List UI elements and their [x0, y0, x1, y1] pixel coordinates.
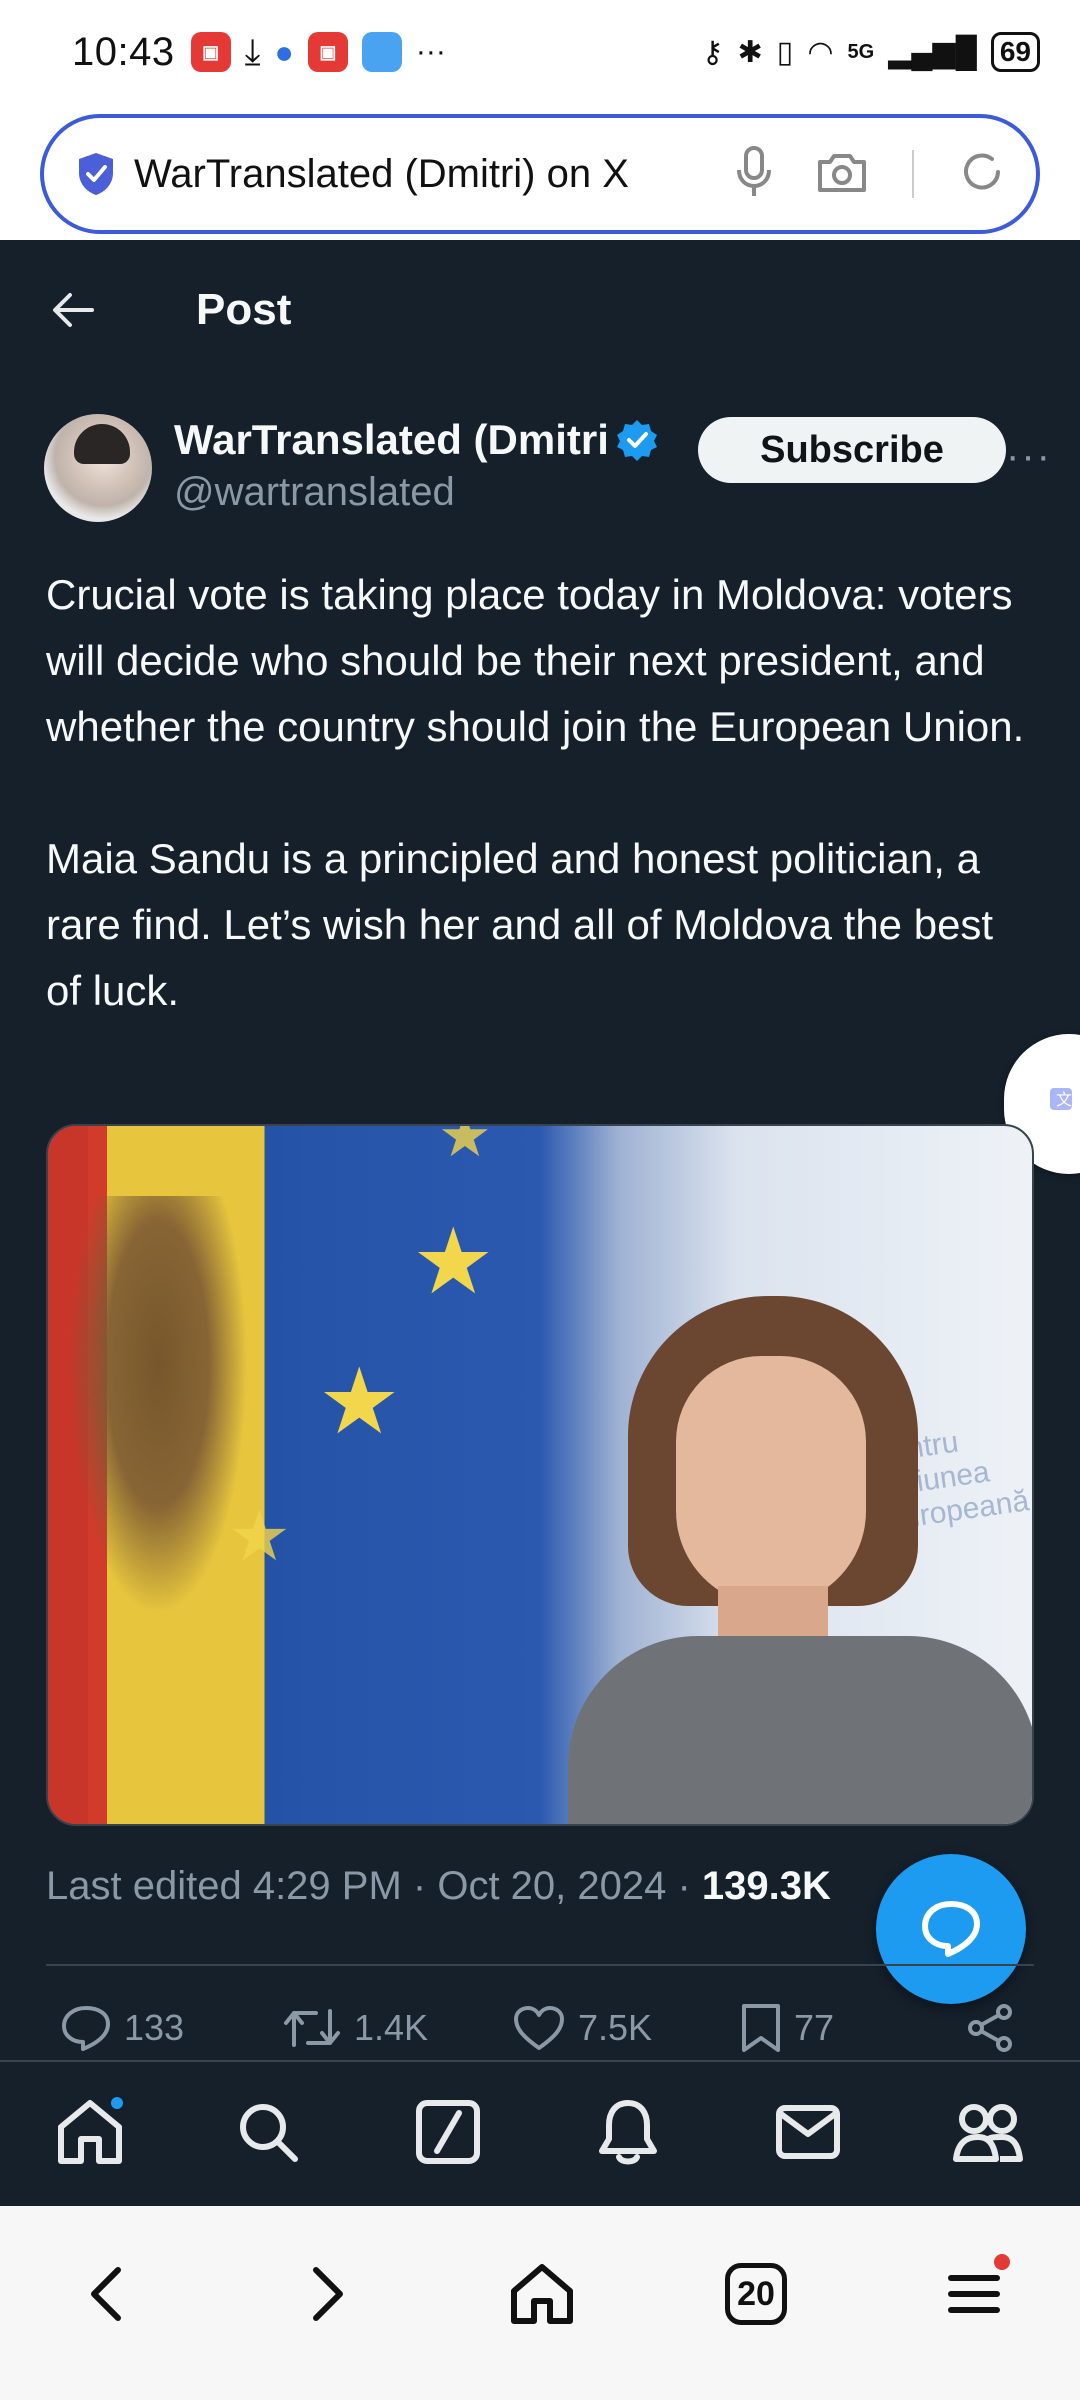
- display-name-row: WarTranslated (Dmitri: [174, 414, 674, 466]
- meta-divider: [46, 1964, 1034, 1966]
- chevron-left-icon: [91, 2267, 121, 2321]
- grok-icon: [416, 2100, 480, 2164]
- more-notifications-icon: ···: [415, 35, 446, 68]
- home-outline-icon: [511, 2264, 573, 2324]
- author-names: WarTranslated (Dmitri @wartranslated: [174, 414, 674, 515]
- status-system-icons: ⚷ ✱ ▯ ◠ 5G ▂▄▆█ 69: [702, 32, 1040, 72]
- microphone-icon[interactable]: [736, 145, 772, 203]
- reply-action[interactable]: 133: [60, 2004, 184, 2052]
- bookmark-action[interactable]: 77: [740, 2002, 834, 2054]
- browser-back-button[interactable]: [66, 2254, 146, 2334]
- share-icon: [968, 2004, 1012, 2052]
- author-display-name[interactable]: WarTranslated (Dmitri: [174, 416, 609, 464]
- browser-toolbar: WarTranslated (Dmitri) on X: [0, 104, 1080, 240]
- menu-icon: [948, 2275, 1000, 2313]
- share-action[interactable]: [964, 2002, 1016, 2054]
- reply-icon: [62, 2006, 110, 2051]
- notification-dot: [108, 2094, 126, 2112]
- eu-star-icon: ★: [228, 1497, 291, 1575]
- app-icon-blue: ●: [274, 33, 294, 70]
- signal-icon: ▂▄▆█: [888, 35, 977, 69]
- nav-home[interactable]: [50, 2092, 130, 2172]
- svg-text:文: 文: [1056, 1091, 1072, 1109]
- edited-timestamp[interactable]: Last edited 4:29 PM · Oct 20, 2024 ·: [46, 1864, 702, 1908]
- post-meta: Last edited 4:29 PM · Oct 20, 2024 · 139…: [46, 1864, 831, 1909]
- vibrate-icon: ▯: [776, 35, 794, 69]
- repost-icon: [284, 2009, 340, 2047]
- bottom-navigation: [0, 2060, 1080, 2206]
- tweet-text: Crucial vote is taking place today in Mo…: [46, 571, 1025, 1014]
- bluetooth-icon: ✱: [737, 35, 763, 69]
- browser-tabs-button[interactable]: 20: [716, 2254, 796, 2334]
- bookmark-count: 77: [794, 2007, 835, 2048]
- nav-messages[interactable]: [768, 2092, 848, 2172]
- download-icon: ⤓: [244, 30, 261, 72]
- view-count: 139.3K: [701, 1864, 831, 1908]
- moldova-coat-of-arms: [68, 1196, 248, 1616]
- network-type: 5G: [847, 40, 875, 63]
- status-bar: 10:43 ▣ ⤓ ● ▣ ··· ⚷ ✱ ▯ ◠ 5G ▂▄▆█ 69: [0, 0, 1080, 104]
- camera-icon[interactable]: [816, 150, 868, 199]
- status-notification-icons: ▣ ⤓ ● ▣ ···: [190, 30, 446, 74]
- like-count: 7.5K: [578, 2007, 653, 2048]
- nav-notifications[interactable]: [588, 2092, 668, 2172]
- subject-jacket: [568, 1636, 1032, 1824]
- translate-icon: 文: [1048, 1082, 1080, 1127]
- author-handle[interactable]: @wartranslated: [174, 470, 674, 515]
- chevron-right-icon: [313, 2267, 343, 2321]
- post-actions: 133 1.4K 7.5K 77: [0, 1996, 1080, 2060]
- url-text[interactable]: WarTranslated (Dmitri) on X: [134, 152, 664, 197]
- eu-star-icon: ★: [412, 1211, 495, 1313]
- bell-icon: [599, 2100, 657, 2165]
- status-time: 10:43: [72, 29, 175, 74]
- heart-icon: [514, 2006, 564, 2050]
- photo-subject: [568, 1296, 1032, 1824]
- nav-search[interactable]: [228, 2092, 308, 2172]
- repost-count: 1.4K: [354, 2007, 429, 2048]
- subscribe-button[interactable]: Subscribe: [698, 417, 1006, 483]
- secure-shield-icon[interactable]: [74, 150, 118, 198]
- repost-action[interactable]: 1.4K: [282, 2005, 428, 2051]
- menu-notification-dot: [994, 2254, 1010, 2270]
- bookmark-icon: [742, 2004, 780, 2052]
- communities-icon: [953, 2104, 1023, 2162]
- nav-communities[interactable]: [948, 2092, 1028, 2172]
- address-bar-actions: [736, 145, 1006, 203]
- reply-count: 133: [124, 2007, 185, 2048]
- tweet-photo[interactable]: ★ ★ ★ ★ pentru Uniunea Europeană: [46, 1124, 1034, 1826]
- wifi-icon: ◠: [807, 35, 834, 69]
- mail-icon: [776, 2105, 840, 2159]
- more-options-icon[interactable]: ···: [1006, 434, 1052, 479]
- subject-face: [676, 1356, 866, 1606]
- compose-reply-button[interactable]: [876, 1854, 1026, 2004]
- battery-indicator: 69: [990, 32, 1040, 72]
- nav-grok[interactable]: [408, 2092, 488, 2172]
- browser-menu-button[interactable]: [934, 2254, 1014, 2334]
- browser-forward-button[interactable]: [288, 2254, 368, 2334]
- eu-star-icon: ★: [318, 1351, 401, 1453]
- author-row: WarTranslated (Dmitri @wartranslated Sub…: [44, 414, 1050, 526]
- address-bar[interactable]: WarTranslated (Dmitri) on X: [40, 114, 1040, 234]
- app-notification-icon-2: ▣: [307, 32, 348, 72]
- app-notification-icon: ▣: [190, 32, 231, 72]
- weather-icon: [361, 32, 402, 72]
- browser-home-button[interactable]: [502, 2254, 582, 2334]
- battery-level: 69: [999, 36, 1031, 67]
- address-bar-divider: [912, 150, 914, 198]
- back-arrow-icon[interactable]: [44, 282, 100, 338]
- post-header: Post: [0, 240, 1080, 380]
- verified-badge-icon: [616, 420, 657, 461]
- tab-count: 20: [725, 2263, 787, 2325]
- vpn-key-icon: ⚷: [701, 35, 724, 69]
- browser-navigation: 20: [0, 2206, 1080, 2400]
- eu-star-icon: ★: [438, 1124, 492, 1169]
- avatar[interactable]: [44, 414, 152, 522]
- page-title: Post: [196, 285, 292, 334]
- reload-icon[interactable]: [958, 148, 1006, 201]
- like-action[interactable]: 7.5K: [512, 2004, 652, 2052]
- search-icon: [240, 2104, 298, 2162]
- reply-bubble-icon: [922, 1901, 980, 1957]
